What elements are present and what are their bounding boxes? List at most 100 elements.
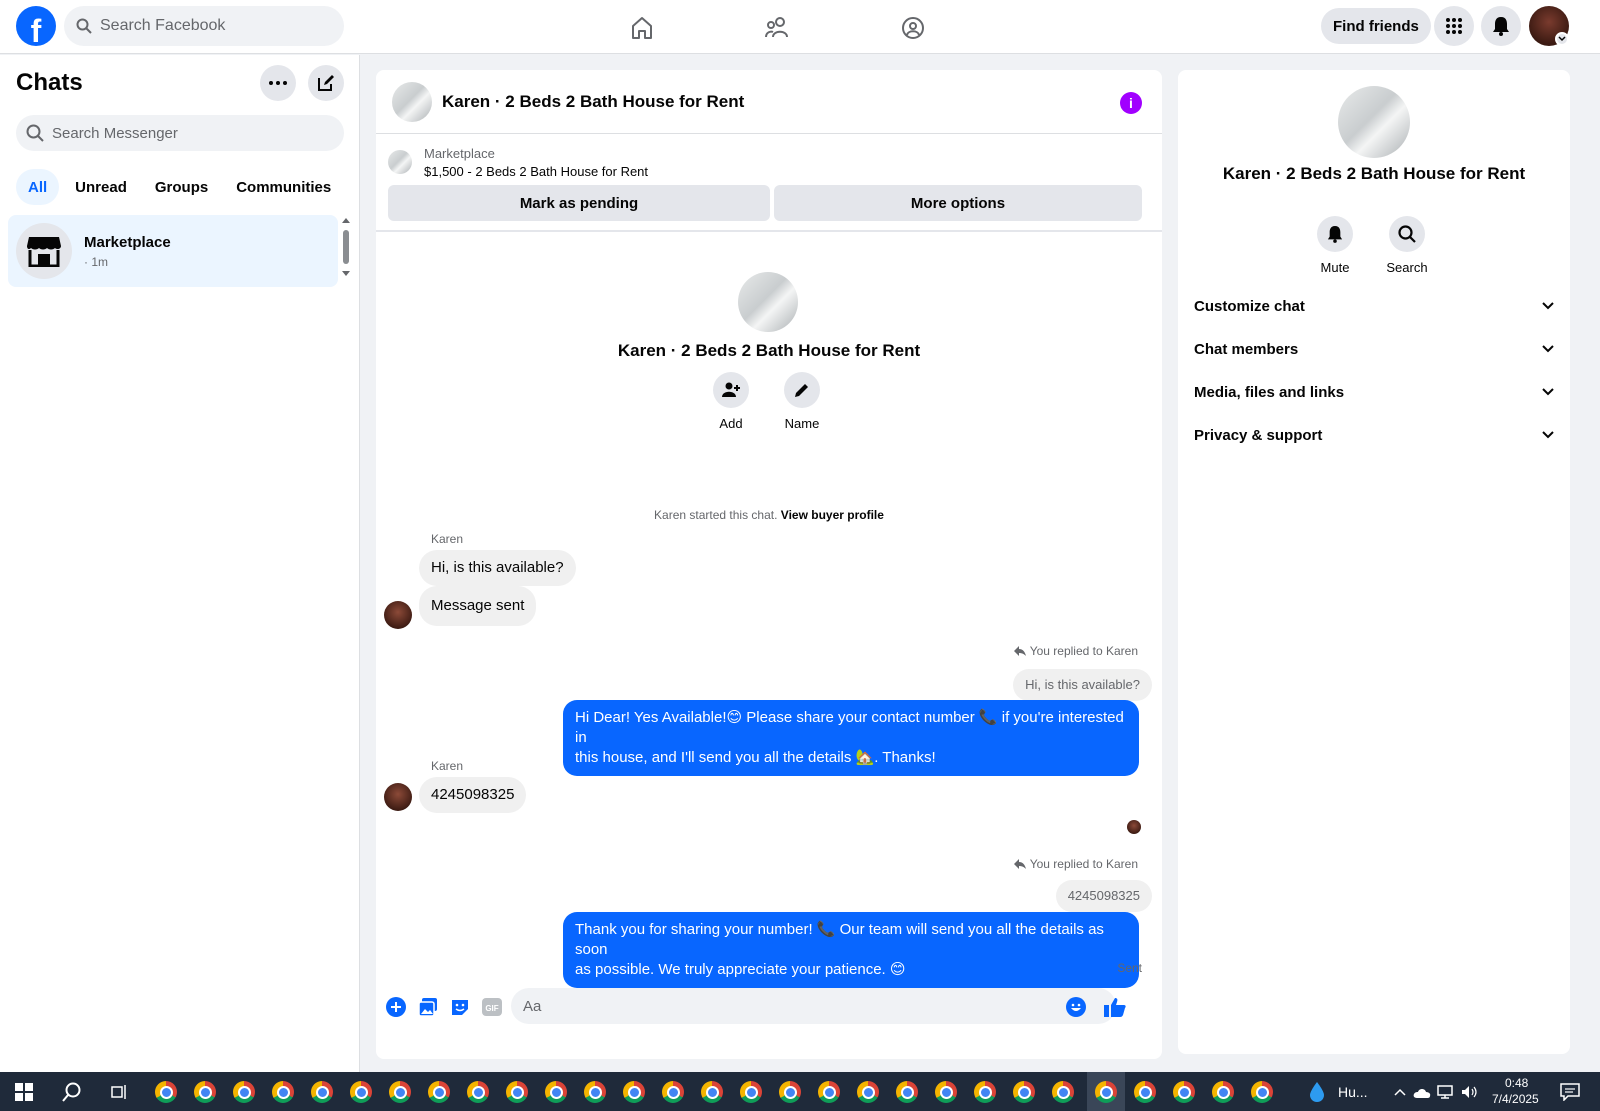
emoji-icon[interactable] — [1064, 995, 1088, 1019]
thumbs-up-icon[interactable] — [1103, 995, 1127, 1019]
sender-avatar[interactable] — [384, 601, 412, 629]
view-buyer-profile-link[interactable]: View buyer profile — [781, 508, 884, 522]
chrome-icon[interactable] — [973, 1080, 997, 1104]
outgoing-message[interactable]: Thank you for sharing your number! 📞 Our… — [563, 912, 1139, 988]
tab-groups[interactable]: Groups — [143, 169, 220, 205]
chrome-icon[interactable] — [505, 1080, 529, 1104]
plus-circle-icon[interactable] — [384, 995, 408, 1019]
facebook-search-input[interactable] — [100, 17, 320, 35]
weather-drop-icon[interactable] — [1305, 1080, 1329, 1104]
chrome-icon[interactable] — [856, 1080, 880, 1104]
add-label: Add — [719, 416, 743, 431]
groups-icon[interactable] — [893, 8, 933, 48]
incoming-message[interactable]: 4245098325 — [419, 777, 527, 813]
sender-avatar[interactable] — [384, 783, 412, 811]
chrome-icon[interactable] — [232, 1080, 256, 1104]
chrome-icon[interactable] — [154, 1080, 178, 1104]
name-chat-button[interactable]: Name — [772, 372, 832, 431]
chrome-icon[interactable] — [1094, 1080, 1118, 1104]
tab-unread[interactable]: Unread — [63, 169, 139, 205]
chrome-icon[interactable] — [583, 1080, 607, 1104]
chrome-icon[interactable] — [778, 1080, 802, 1104]
clock-date[interactable]: 7/4/2025 — [1492, 1092, 1539, 1106]
windows-start-icon[interactable] — [12, 1080, 36, 1104]
chrome-icon[interactable] — [622, 1080, 646, 1104]
chrome-icon[interactable] — [466, 1080, 490, 1104]
chrome-icon[interactable] — [193, 1080, 217, 1104]
privacy-support-section[interactable]: Privacy & support — [1194, 415, 1554, 455]
find-friends-button[interactable]: Find friends — [1321, 8, 1431, 44]
chrome-icon[interactable] — [544, 1080, 568, 1104]
weather-text[interactable]: Hu... — [1338, 1084, 1368, 1100]
chrome-icon[interactable] — [739, 1080, 763, 1104]
replied-label: You replied to Karen — [1029, 644, 1138, 658]
chat-list-scrollbar[interactable] — [340, 215, 352, 279]
more-options-icon[interactable] — [260, 65, 296, 101]
conversation-title[interactable]: Karen · 2 Beds 2 Bath House for Rent — [442, 92, 744, 112]
incoming-message[interactable]: Hi, is this available? — [419, 550, 576, 586]
section-label: Media, files and links — [1194, 383, 1345, 401]
chrome-icon[interactable] — [349, 1080, 373, 1104]
quoted-message[interactable]: Hi, is this available? — [1013, 669, 1152, 701]
listing-title[interactable]: $1,500 - 2 Beds 2 Bath House for Rent — [424, 164, 648, 179]
message-input[interactable] — [523, 997, 1063, 1015]
reply-indicator: You replied to Karen — [1013, 857, 1138, 871]
chrome-icon[interactable] — [1172, 1080, 1196, 1104]
taskbar-search-icon[interactable] — [60, 1080, 84, 1104]
photo-icon[interactable] — [416, 995, 440, 1019]
chat-time: · 1m — [84, 254, 108, 269]
notification-center-icon[interactable] — [1558, 1080, 1582, 1104]
media-files-links-section[interactable]: Media, files and links — [1194, 372, 1554, 412]
chrome-icon[interactable] — [1051, 1080, 1075, 1104]
message-composer[interactable] — [511, 988, 1116, 1024]
chrome-icon[interactable] — [427, 1080, 451, 1104]
chrome-icon[interactable] — [661, 1080, 685, 1104]
chat-list-item-marketplace[interactable]: Marketplace · 1m — [8, 215, 338, 287]
customize-chat-section[interactable]: Customize chat — [1194, 286, 1554, 326]
info-icon[interactable]: i — [1120, 92, 1142, 114]
tab-all[interactable]: All — [16, 169, 60, 205]
chrome-icon[interactable] — [817, 1080, 841, 1104]
gif-icon[interactable]: GIF — [480, 995, 504, 1019]
messenger-search-input[interactable] — [52, 124, 322, 142]
messenger-search[interactable] — [16, 115, 344, 151]
chrome-icon[interactable] — [1133, 1080, 1157, 1104]
chevron-up-icon[interactable] — [1388, 1080, 1412, 1104]
account-chevron-down-icon[interactable] — [1555, 32, 1569, 46]
search-in-chat-button[interactable]: Search — [1377, 216, 1437, 275]
clock-time[interactable]: 0:48 — [1505, 1076, 1528, 1090]
new-message-icon[interactable] — [308, 65, 344, 101]
friends-icon[interactable] — [758, 8, 798, 48]
home-icon[interactable] — [622, 8, 662, 48]
marketplace-store-icon — [16, 223, 72, 279]
conversation-avatar[interactable] — [392, 81, 432, 122]
tab-communities[interactable]: Communities — [224, 169, 343, 205]
chrome-icon[interactable] — [700, 1080, 724, 1104]
more-options-button[interactable]: More options — [774, 185, 1142, 221]
chat-members-section[interactable]: Chat members — [1194, 329, 1554, 369]
chrome-icon[interactable] — [1211, 1080, 1235, 1104]
chrome-icon[interactable] — [895, 1080, 919, 1104]
incoming-message[interactable]: Message sent — [419, 586, 537, 626]
mark-as-pending-button[interactable]: Mark as pending — [388, 185, 770, 221]
chrome-icon[interactable] — [934, 1080, 958, 1104]
facebook-logo-icon[interactable]: f — [16, 6, 56, 46]
chrome-icon[interactable] — [1250, 1080, 1274, 1104]
mute-button[interactable]: Mute — [1305, 216, 1365, 275]
chrome-icon[interactable] — [271, 1080, 295, 1104]
chrome-icon[interactable] — [1012, 1080, 1036, 1104]
volume-icon[interactable] — [1458, 1080, 1482, 1104]
notifications-bell-icon[interactable] — [1481, 6, 1521, 46]
network-icon[interactable] — [1434, 1080, 1458, 1104]
menu-grid-icon[interactable] — [1434, 6, 1474, 46]
task-view-icon[interactable] — [107, 1080, 131, 1104]
chrome-icon[interactable] — [310, 1080, 334, 1104]
onedrive-icon[interactable] — [1410, 1080, 1434, 1104]
add-people-button[interactable]: Add — [701, 372, 761, 431]
chrome-icon[interactable] — [388, 1080, 412, 1104]
facebook-search[interactable] — [64, 6, 344, 46]
quoted-message[interactable]: 4245098325 — [1055, 880, 1152, 912]
details-avatar[interactable] — [1338, 86, 1410, 158]
sticker-icon[interactable] — [448, 995, 472, 1019]
outgoing-message[interactable]: Hi Dear! Yes Available!😊 Please share yo… — [563, 700, 1139, 776]
